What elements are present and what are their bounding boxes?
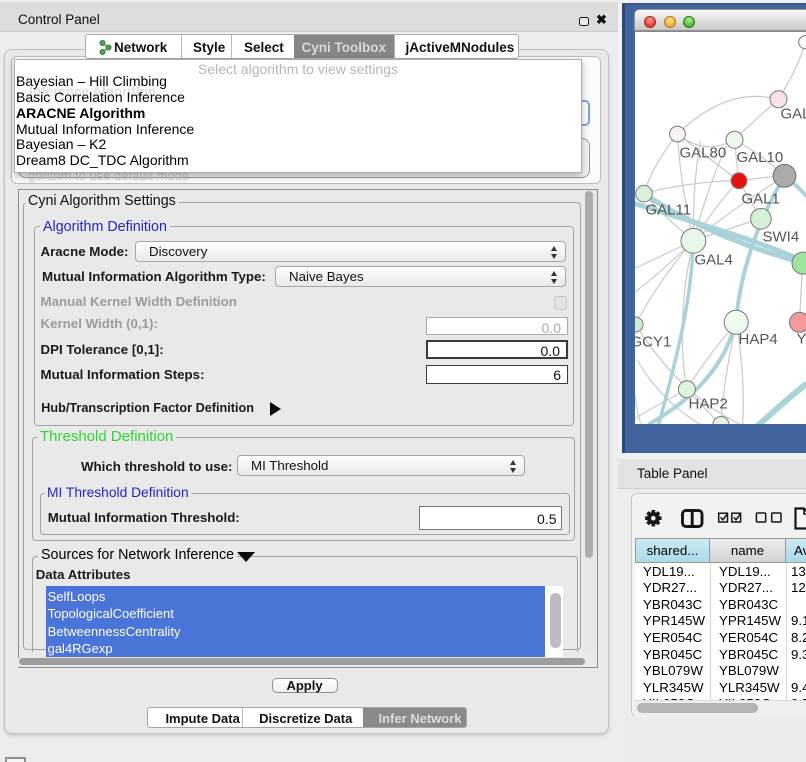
svg-text:SWI4: SWI4 [762,228,799,245]
svg-text:GAL1: GAL1 [741,190,779,207]
svg-text:GAL7: GAL7 [780,105,806,122]
svg-text:GAL11: GAL11 [645,201,691,218]
svg-text:GAL10: GAL10 [736,149,783,166]
svg-text:HAP2: HAP2 [688,395,727,412]
svg-text:GAL80: GAL80 [679,144,726,161]
svg-text:HAP4: HAP4 [738,331,777,348]
svg-text:GAL4: GAL4 [694,251,732,268]
svg-text:GCY1: GCY1 [635,333,671,350]
svg-text:YJ: YJ [796,330,806,347]
